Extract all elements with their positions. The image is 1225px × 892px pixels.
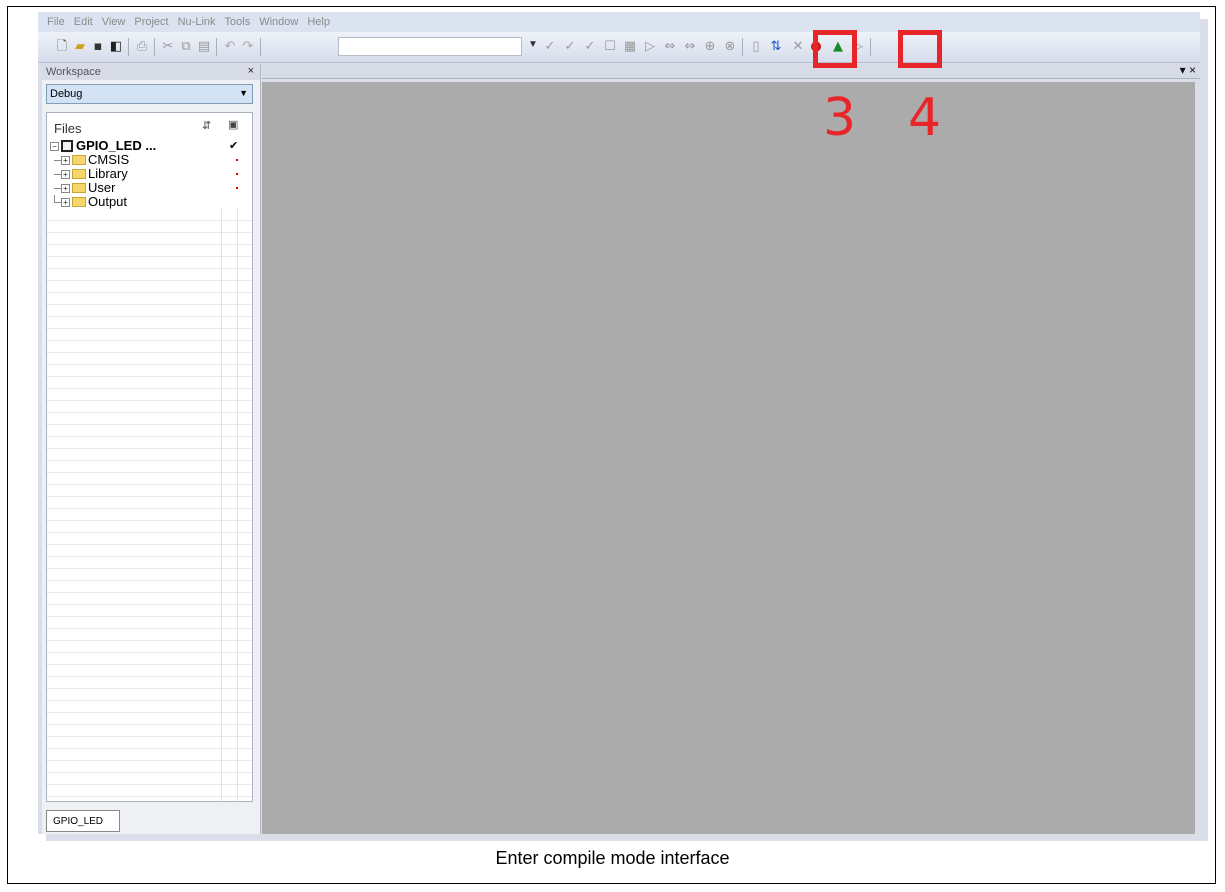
- collapse-icon[interactable]: −: [50, 142, 59, 151]
- folder-row[interactable]: + Output: [47, 195, 252, 209]
- tree-line: [54, 160, 61, 161]
- nav-forward-icon[interactable]: ⇔: [682, 39, 698, 55]
- menu-help[interactable]: Help: [307, 16, 330, 28]
- project-row[interactable]: − GPIO_LED ... ✔: [47, 139, 252, 153]
- chevron-down-icon: ▼: [239, 88, 248, 98]
- configuration-select[interactable]: Debug ▼: [46, 84, 253, 104]
- chevron-down-icon[interactable]: ▼: [528, 39, 538, 50]
- find-combo[interactable]: [338, 37, 522, 56]
- menu-nu-link[interactable]: Nu-Link: [178, 16, 216, 28]
- tree-line: [54, 174, 61, 175]
- search-files-icon[interactable]: ⊕: [702, 39, 718, 55]
- save-icon[interactable]: ▪: [90, 39, 106, 55]
- clear-bookmark-icon[interactable]: ☐: [602, 39, 618, 55]
- workspace-tab[interactable]: GPIO_LED: [46, 810, 120, 832]
- copy-icon[interactable]: ⧉: [178, 39, 194, 55]
- highlight-box-debug: [813, 30, 857, 68]
- menu-bar: File Edit View Project Nu-Link Tools Win…: [38, 12, 1200, 32]
- undo-icon[interactable]: ↶: [222, 39, 238, 55]
- ide-window-content: File Edit View Project Nu-Link Tools Win…: [38, 12, 1200, 834]
- prev-bookmark-icon[interactable]: ✓: [582, 39, 598, 55]
- editor-title-bar: ▾ ×: [262, 63, 1200, 79]
- next-bookmark-icon[interactable]: ✓: [562, 39, 578, 55]
- expand-icon[interactable]: +: [61, 198, 70, 207]
- menu-tools[interactable]: Tools: [225, 16, 251, 28]
- configuration-value: Debug: [50, 88, 83, 100]
- expand-icon[interactable]: +: [61, 184, 70, 193]
- folder-icon: [72, 197, 86, 207]
- print-icon[interactable]: ⎙: [134, 39, 150, 55]
- workspace-title: Workspace: [46, 66, 101, 78]
- redo-icon[interactable]: ↷: [240, 39, 256, 55]
- document-icon[interactable]: ▯: [748, 39, 764, 55]
- file-tree-header: Files ⇵ ▣: [47, 113, 252, 140]
- toolbar-separator: [216, 38, 217, 56]
- folder-row[interactable]: + CMSIS: [47, 153, 252, 167]
- figure-caption: Enter compile mode interface: [495, 848, 730, 868]
- toolbar: 🗋 ▰ ▪ ◧ ⎙ ✂ ⧉ ▤ ↶ ↷ ▼ ✓ ✓ ✓ ☐ ▦ ▷ ⇔ ⇔ ⊕ …: [38, 32, 1200, 63]
- files-column-header: Files: [54, 121, 82, 136]
- workspace-tab-label: GPIO_LED: [53, 816, 104, 827]
- save-all-icon[interactable]: ◧: [108, 39, 124, 55]
- toolbar-separator: [742, 38, 743, 56]
- tree-line: [54, 202, 61, 203]
- file-tree: Files ⇵ ▣ − GPIO_LED ... ✔ + CMSIS + Lib…: [46, 112, 253, 802]
- new-file-icon[interactable]: 🗋: [54, 39, 70, 55]
- folder-row[interactable]: + User: [47, 181, 252, 195]
- stop-icon[interactable]: ✕: [790, 39, 806, 55]
- editor-window-controls[interactable]: ▾ ×: [1180, 63, 1196, 77]
- menu-file[interactable]: File: [47, 16, 65, 28]
- go-to-icon[interactable]: ▦: [622, 39, 638, 55]
- project-name: GPIO_LED ...: [76, 138, 157, 153]
- cut-icon[interactable]: ✂: [160, 39, 176, 55]
- find-icon[interactable]: ⊗: [722, 39, 738, 55]
- folder-label: Output: [88, 194, 128, 209]
- folder-label: Library: [88, 166, 128, 181]
- forward-icon[interactable]: ▷: [642, 39, 658, 55]
- build-options-icon: ▣: [228, 119, 239, 131]
- column-divider: [221, 113, 222, 801]
- project-icon: [61, 140, 73, 152]
- menu-project[interactable]: Project: [134, 16, 168, 28]
- expand-icon[interactable]: +: [61, 170, 70, 179]
- folder-icon: [72, 183, 86, 193]
- menu-view[interactable]: View: [102, 16, 126, 28]
- check-icon: ✔: [229, 140, 239, 152]
- toggle-bookmark-icon[interactable]: ✓: [542, 39, 558, 55]
- editor-area: [262, 82, 1195, 834]
- tree-line: [54, 188, 61, 189]
- folder-label: CMSIS: [88, 152, 130, 167]
- modified-dot: [236, 187, 238, 189]
- expand-icon[interactable]: +: [61, 156, 70, 165]
- annotation-label-3: 3: [823, 88, 857, 148]
- workspace-panel: Workspace × Debug ▼ Files ⇵ ▣ − GPIO_LED…: [42, 64, 261, 834]
- folder-label: User: [88, 180, 116, 195]
- column-divider: [237, 113, 238, 801]
- make-status-icon: ⇵: [202, 120, 212, 132]
- folder-row[interactable]: + Library: [47, 167, 252, 181]
- close-icon[interactable]: ×: [248, 65, 254, 77]
- toolbar-separator: [128, 38, 129, 56]
- toolbar-separator: [154, 38, 155, 56]
- open-folder-icon[interactable]: ▰: [72, 39, 88, 55]
- menu-window[interactable]: Window: [259, 16, 298, 28]
- highlight-box-run: [898, 30, 942, 68]
- folder-icon: [72, 155, 86, 165]
- debug-icon[interactable]: ⇅: [768, 39, 784, 55]
- paste-icon[interactable]: ▤: [196, 39, 212, 55]
- workspace-title-bar: Workspace ×: [42, 64, 260, 80]
- modified-dot: [236, 173, 238, 175]
- menu-edit[interactable]: Edit: [74, 16, 93, 28]
- folder-icon: [72, 169, 86, 179]
- annotation-label-4: 4: [908, 88, 942, 148]
- nav-back-icon[interactable]: ⇔: [662, 39, 678, 55]
- toolbar-separator: [870, 38, 871, 56]
- toolbar-separator: [260, 38, 261, 56]
- modified-dot: [236, 159, 238, 161]
